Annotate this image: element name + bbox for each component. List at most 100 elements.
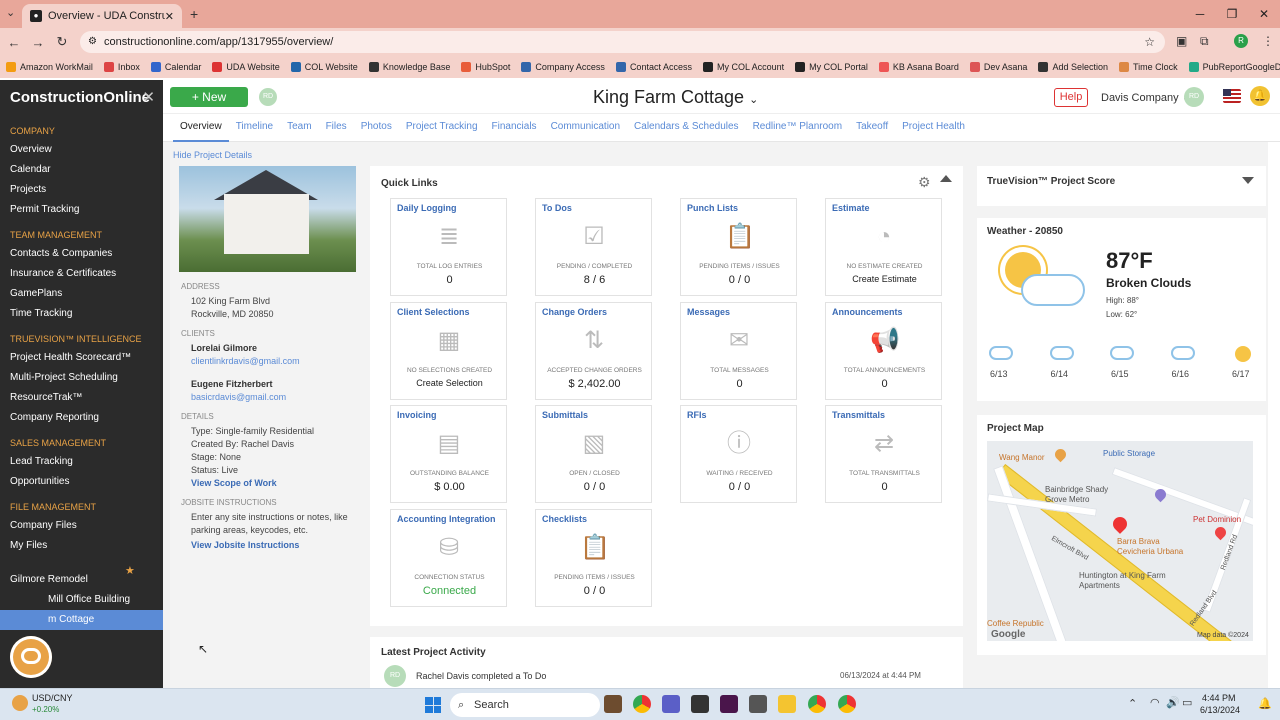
map-pin-icon[interactable] [1212, 524, 1229, 541]
chevron-down-icon[interactable] [1242, 177, 1254, 184]
bookmark-item[interactable]: HubSpot [461, 62, 510, 72]
clock-date[interactable]: 6/13/2024 [1200, 705, 1240, 715]
tab-photos[interactable]: Photos [354, 114, 399, 142]
sidebar-item[interactable]: Insurance & Certificates [0, 264, 163, 284]
tab-redline-planroom[interactable]: Redline™ Planroom [746, 114, 850, 142]
card-title[interactable]: Change Orders [542, 307, 607, 317]
bookmark-item[interactable]: KB Asana Board [878, 62, 959, 72]
activity-text[interactable]: Rachel Davis completed a To Do [416, 671, 546, 681]
profile-avatar[interactable]: R [1234, 34, 1248, 48]
volume-icon[interactable]: 🔊 [1166, 696, 1180, 709]
card-title[interactable]: Punch Lists [687, 203, 738, 213]
browser-menu-icon[interactable]: ⋮ [1262, 34, 1274, 48]
truevision-panel[interactable]: TrueVision™ Project Score [977, 166, 1266, 206]
quick-link-card[interactable]: Change Orders ⇅ ACCEPTED CHANGE ORDERS $ 2,… [535, 301, 652, 400]
sidebar-item[interactable]: Projects [0, 180, 163, 200]
tab-calendars-schedules[interactable]: Calendars & Schedules [627, 114, 746, 142]
notification-bell-icon[interactable]: 🔔 [1250, 86, 1270, 106]
tab-project-health[interactable]: Project Health [895, 114, 972, 142]
chrome-active-icon[interactable] [808, 695, 826, 713]
chrome-profile-icon[interactable] [838, 695, 856, 713]
stock-ticker-icon[interactable] [12, 695, 28, 711]
quick-link-card[interactable]: Estimate ◔ NO ESTIMATE CREATED Create Estim… [825, 198, 942, 296]
slack-icon[interactable] [720, 695, 738, 713]
project-photo[interactable] [179, 166, 356, 272]
tab-timeline[interactable]: Timeline [229, 114, 280, 142]
bookmark-item[interactable]: Inbox [103, 62, 140, 72]
minimize-icon[interactable]: ─ [1184, 0, 1216, 28]
sidebar-item[interactable]: Opportunities [0, 472, 163, 492]
settings-gear-icon[interactable]: ⚙ [918, 174, 931, 191]
card-title[interactable]: Messages [687, 307, 730, 317]
sidebar-item[interactable]: GamePlans [0, 284, 163, 304]
app-icon[interactable] [691, 695, 709, 713]
clock-time[interactable]: 4:44 PM [1202, 693, 1236, 703]
card-value[interactable]: Create Estimate [826, 274, 943, 284]
quick-link-card[interactable]: Client Selections ▦ NO SELECTIONS CREATED C… [390, 301, 507, 400]
tab-overview[interactable]: Overview [173, 114, 229, 142]
quick-link-card[interactable]: Invoicing ▤ OUTSTANDING BALANCE $ 0.00 [390, 405, 507, 503]
sidebar-item[interactable]: ResourceTrak™ [0, 388, 163, 408]
sidebar-item[interactable]: Calendar [0, 160, 163, 180]
company-selector[interactable]: Davis Company ⌄ [1101, 91, 1191, 104]
sidebar-item[interactable]: Multi-Project Scheduling [0, 368, 163, 388]
sidebar-item[interactable]: Lead Tracking [0, 452, 163, 472]
bookmark-item[interactable]: Calendar [150, 62, 201, 72]
hide-details-link[interactable]: Hide Project Details [173, 150, 252, 160]
bookmark-star-icon[interactable]: ☆ [1144, 31, 1155, 53]
help-button[interactable]: Help [1054, 88, 1088, 107]
map-pin-icon[interactable] [1052, 446, 1069, 463]
sidebar-item[interactable]: Gilmore Remodel [0, 570, 163, 590]
tab-communication[interactable]: Communication [544, 114, 627, 142]
notification-center-icon[interactable]: 🔔 [1258, 697, 1272, 710]
card-title[interactable]: Daily Logging [397, 203, 457, 213]
windows-start-icon[interactable] [425, 697, 441, 713]
bookmark-item[interactable]: PubReportGoogleDr... [1188, 62, 1280, 72]
quick-link-card[interactable]: Submittals ▧ OPEN / CLOSED 0 / 0 [535, 405, 652, 503]
language-flag-icon[interactable] [1223, 89, 1241, 103]
card-title[interactable]: Submittals [542, 410, 588, 420]
card-title[interactable]: Estimate [832, 203, 870, 213]
quick-link-card[interactable]: Daily Logging ≣ TOTAL LOG ENTRIES 0 [390, 198, 507, 296]
teams-icon[interactable] [662, 695, 680, 713]
quick-link-card[interactable]: Punch Lists 📋 PENDING ITEMS / ISSUES 0 / 0 [680, 198, 797, 296]
calculator-icon[interactable] [749, 695, 767, 713]
quick-link-card[interactable]: Messages ✉ TOTAL MESSAGES 0 [680, 301, 797, 400]
quick-link-card[interactable]: Announcements 📢 TOTAL ANNOUNCEMENTS 0 [825, 301, 942, 400]
bookmark-item[interactable]: Amazon WorkMail [6, 62, 93, 72]
browser-tab[interactable]: ● Overview - UDA ConstructionO ✕ [22, 4, 182, 28]
project-title[interactable]: King Farm Cottage ⌄ [593, 87, 758, 108]
client-email[interactable]: clientlinkrdavis@gmail.com [181, 355, 356, 368]
chat-bubble-icon[interactable] [10, 636, 52, 678]
close-tab-icon[interactable]: ✕ [165, 10, 174, 23]
quick-link-card[interactable]: RFIs ⓘ WAITING / RECEIVED 0 / 0 [680, 405, 797, 503]
tray-chevron-icon[interactable]: ⌃ [1128, 697, 1137, 710]
sidebar-item[interactable]: Contacts & Companies [0, 244, 163, 264]
site-info-icon[interactable]: ⚙ [88, 31, 97, 53]
extensions-puzzle-icon[interactable]: ⧉ [1200, 34, 1209, 49]
taskbar-search[interactable]: ⌕ Search [450, 693, 600, 717]
url-field[interactable]: ⚙ constructiononline.com/app/1317955/ove… [80, 31, 1165, 53]
account-avatar[interactable]: RD [1184, 87, 1204, 107]
user-avatar[interactable]: RD [259, 88, 277, 106]
bookmark-item[interactable]: COL Website [290, 62, 358, 72]
collapse-up-icon[interactable] [940, 175, 952, 182]
bookmark-item[interactable]: Company Access [521, 62, 605, 72]
view-scope-link[interactable]: View Scope of Work [181, 477, 356, 490]
card-title[interactable]: Client Selections [397, 307, 470, 317]
tab-files[interactable]: Files [319, 114, 354, 142]
wifi-icon[interactable]: ◠ [1150, 696, 1160, 709]
bookmark-item[interactable]: Contact Access [615, 62, 692, 72]
new-tab-icon[interactable]: + [190, 6, 198, 22]
extension-icon[interactable]: ▣ [1176, 34, 1187, 48]
sidebar-item[interactable]: Time Tracking [0, 304, 163, 324]
card-title[interactable]: Checklists [542, 514, 587, 524]
close-window-icon[interactable]: ✕ [1248, 0, 1280, 28]
task-view-icon[interactable] [604, 695, 622, 713]
project-location-pin-icon[interactable] [1110, 514, 1130, 534]
bookmark-item[interactable]: Add Selection [1038, 62, 1108, 72]
tab-team[interactable]: Team [280, 114, 318, 142]
card-title[interactable]: To Dos [542, 203, 572, 213]
back-icon[interactable]: ← [2, 35, 26, 50]
quick-link-card[interactable]: To Dos ☑ PENDING / COMPLETED 8 / 6 [535, 198, 652, 296]
